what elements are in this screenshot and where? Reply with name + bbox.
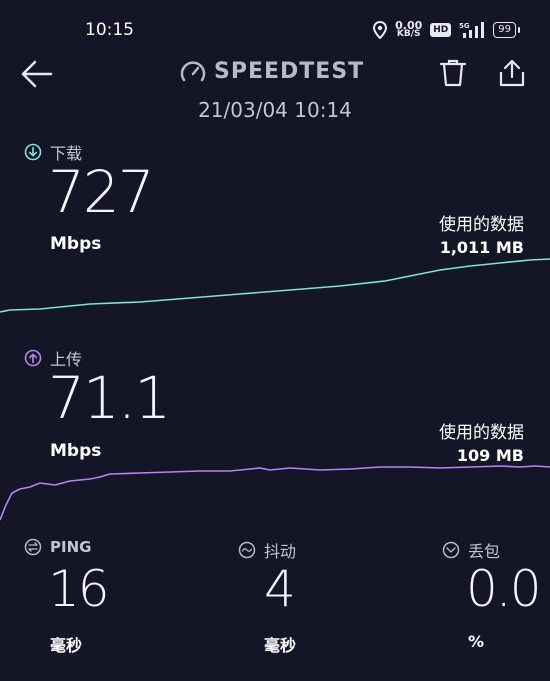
upload-speed-graph — [0, 465, 550, 521]
hd-icon: HD — [430, 23, 452, 37]
ping-unit: 毫秒 — [50, 636, 83, 655]
signal-icon: 5G — [459, 22, 485, 38]
network-speed: 0.00 KB/S — [395, 20, 422, 39]
download-icon — [24, 143, 42, 161]
packet-loss-header: 丢包 — [442, 538, 500, 562]
back-button[interactable] — [20, 58, 54, 90]
location-icon — [373, 21, 388, 39]
jitter-unit: 毫秒 — [264, 636, 297, 655]
jitter-label: 抖动 — [264, 542, 297, 561]
ping-icon — [24, 538, 42, 556]
jitter-header: 抖动 — [238, 538, 296, 562]
download-speed-graph — [0, 258, 550, 313]
battery-icon: 99 — [493, 22, 520, 38]
trash-icon — [439, 59, 467, 87]
share-icon — [499, 59, 525, 87]
packet-loss-label: 丢包 — [468, 542, 501, 561]
speedometer-icon — [180, 60, 206, 81]
brand-label: SPEEDTEST — [214, 59, 365, 84]
status-icons: 0.00 KB/S HD 5G 99 — [373, 18, 520, 42]
delete-button[interactable] — [438, 58, 468, 88]
download-value: 727 — [48, 158, 155, 226]
ping-value: 16 — [48, 560, 110, 618]
test-date: 21/03/04 10:14 — [198, 98, 352, 122]
packet-loss-unit: % — [468, 632, 485, 651]
upload-value: 71.1 — [48, 364, 171, 432]
ping-label: PING — [50, 538, 92, 556]
upload-icon — [24, 349, 42, 367]
upload-data-used-label: 使用的数据 — [439, 423, 524, 443]
jitter-value: 4 — [264, 560, 296, 618]
packet-loss-icon — [442, 541, 460, 559]
ping-header: PING — [24, 538, 91, 556]
svg-text:5G: 5G — [459, 22, 470, 30]
share-button[interactable] — [497, 58, 527, 88]
speedtest-brand: SPEEDTEST — [180, 59, 364, 84]
jitter-icon — [238, 541, 256, 559]
download-data-used-label: 使用的数据 — [439, 215, 524, 235]
network-speed-unit: KB/S — [396, 29, 421, 39]
packet-loss-value: 0.0 — [466, 560, 542, 618]
status-time: 10:15 — [85, 20, 134, 40]
